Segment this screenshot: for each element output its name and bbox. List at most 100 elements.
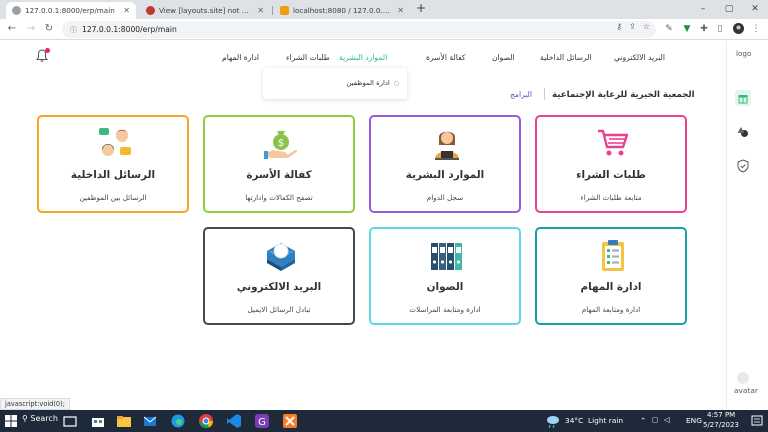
browser-toolbar: ← → ↻ ⓘ 127.0.0.1:8000/erp/main ⚷ ⇪ ☆ ✎ … [0,19,768,40]
nav-item-email[interactable]: البريد الالكتروني [614,53,665,62]
page-title: الجمعية الخيرية للرعاية الإجتماعية [552,90,695,100]
back-icon[interactable]: ← [5,22,19,36]
bullet-icon: ○ [393,79,399,87]
reload-icon[interactable]: ↻ [42,22,56,36]
file-explorer-icon[interactable] [116,413,132,429]
notification-badge [45,48,50,53]
info-icon[interactable]: ⓘ [70,25,77,35]
card-subtitle: سجل الدوام [426,193,464,202]
vue-devtools-icon[interactable]: ▼ [680,22,694,36]
tab-divider [272,6,273,15]
card-title: الصوان [426,281,464,293]
nav-item-task-management[interactable]: ادارة المهام [222,53,259,62]
star-icon[interactable]: ☆ [643,22,650,31]
nav-item-purchase-orders[interactable]: طلبات الشراء [286,53,330,62]
network-icon[interactable]: ◻ [652,415,658,424]
taskbar-search-label: Search [30,414,58,423]
more-menu-icon[interactable]: ⋮ [749,22,763,36]
edge-icon[interactable] [170,413,186,429]
gitkraken-icon[interactable]: G [254,413,270,429]
avatar-label[interactable]: avatar [734,386,758,395]
forward-icon[interactable]: → [24,22,38,36]
breadcrumb-divider [544,88,545,100]
card-title: البريد الالكتروني [236,281,322,293]
chrome-icon[interactable] [198,413,214,429]
close-icon[interactable]: ✕ [257,6,264,15]
profile-avatar-icon[interactable] [731,22,745,36]
minimize-button[interactable]: – [690,2,716,16]
card-title: طلبات الشراء [576,169,646,181]
nav-item-hr[interactable]: الموارد البشرية [339,53,387,62]
vscode-icon[interactable] [226,413,242,429]
close-window-button[interactable]: ✕ [742,2,768,16]
breadcrumb-link-programs[interactable]: البرامج [510,90,532,99]
sidepanel-icon[interactable]: ▯ [713,22,727,36]
card-subtitle: الرسائل بين الموظفين [79,193,147,202]
address-bar[interactable]: ⓘ 127.0.0.1:8000/erp/main ⚷ ⇪ ☆ [62,21,656,38]
volume-icon[interactable]: ◁ [664,415,670,424]
card-family-sponsorship[interactable]: $ كفالة الأسرة تصفح الكفالات وادارتها [203,115,355,213]
card-title: الرسائل الداخلية [70,169,156,181]
employee-icon [435,131,459,160]
card-sewan[interactable]: الصوان ادارة ومتابعة المراسلات [369,227,521,325]
weather-description[interactable]: Light rain [588,416,623,425]
browser-tab-strip: 127.0.0.1:8000/erp/main ✕ View [layouts.… [0,0,768,19]
browser-tab[interactable]: localhost:8080 / 127.0.0.1 / dmo ✕ [274,2,410,19]
task-view-icon[interactable] [62,413,78,429]
hr-dropdown-menu: ادارة الموظفين ○ [263,68,407,99]
share-icon[interactable]: ⇪ [629,22,636,31]
binders-icon [431,243,462,270]
phpmyadmin-icon [280,6,289,15]
clock-date[interactable]: 5/27/2023 [703,421,739,429]
card-subtitle: ادارة ومتابعة المهام [581,305,641,314]
card-subtitle: تصفح الكفالات وادارتها [245,193,313,202]
nav-item-sewan[interactable]: الصوان [492,53,515,62]
windows-start-icon[interactable] [3,413,19,429]
card-subtitle: ادارة ومتابعة المراسلات [409,305,481,314]
card-hr[interactable]: الموارد البشرية سجل الدوام [369,115,521,213]
shapes-icon[interactable] [735,124,751,140]
weather-temperature[interactable]: 34°C [565,416,583,425]
notifications-icon[interactable] [749,413,765,429]
card-title: ادارة المهام [580,281,642,293]
card-subtitle: تبادل الرسائل الايميل [247,305,311,314]
browser-status-bar: javascript:void(0); [0,398,70,410]
shield-check-icon[interactable] [735,158,751,174]
windows-taskbar: ⚲ Search G 34°C Light rain ⌃ ◻ ◁ ENG 4:5… [0,410,768,432]
key-icon[interactable]: ⚷ [616,22,622,31]
logo[interactable]: logo [736,49,751,58]
dropdown-item-employee-management[interactable]: ادارة الموظفين ○ [346,79,399,87]
card-email[interactable]: البريد الالكتروني تبادل الرسائل الايميل [203,227,355,325]
card-task-management[interactable]: ادارة المهام ادارة ومتابعة المهام [535,227,687,325]
search-icon[interactable]: ⚲ Search [22,414,58,423]
maximize-button[interactable]: ▢ [716,2,742,16]
avatar-image[interactable] [737,372,749,384]
nav-item-internal-messages[interactable]: الرسائل الداخلية [540,53,592,62]
new-tab-button[interactable]: + [414,2,428,16]
show-hidden-icons-icon[interactable]: ⌃ [640,416,646,425]
mailbox-icon [267,243,295,271]
browser-tab[interactable]: View [layouts.site] not found. ✕ [140,2,270,19]
clipboard-icon [602,240,624,271]
xampp-icon[interactable] [282,413,298,429]
weather-rain-icon[interactable] [545,413,561,429]
language-indicator[interactable]: ENG [686,416,702,425]
extension-icon[interactable]: ✎ [662,22,676,36]
store-icon[interactable] [90,413,106,429]
svg-text:G: G [258,417,266,428]
close-icon[interactable]: ✕ [397,6,404,15]
globe-icon [12,6,21,15]
card-internal-messages[interactable]: الرسائل الداخلية الرسائل بين الموظفين [37,115,189,213]
card-title: كفالة الأسرة [246,169,312,181]
puzzle-icon[interactable]: ✚ [697,22,711,36]
nav-item-family-sponsorship[interactable]: كفالة الأسرة [426,53,466,62]
cart-icon [598,129,629,156]
browser-tab[interactable]: 127.0.0.1:8000/erp/main ✕ [6,2,136,19]
mail-app-icon[interactable] [142,413,158,429]
clock-time[interactable]: 4:57 PM [707,411,735,419]
gift-icon[interactable] [735,90,751,106]
chat-people-icon [99,128,131,156]
card-purchase-orders[interactable]: طلبات الشراء متابعة طلبات الشراء [535,115,687,213]
money-hand-icon: $ [264,131,298,159]
close-icon[interactable]: ✕ [123,6,130,15]
